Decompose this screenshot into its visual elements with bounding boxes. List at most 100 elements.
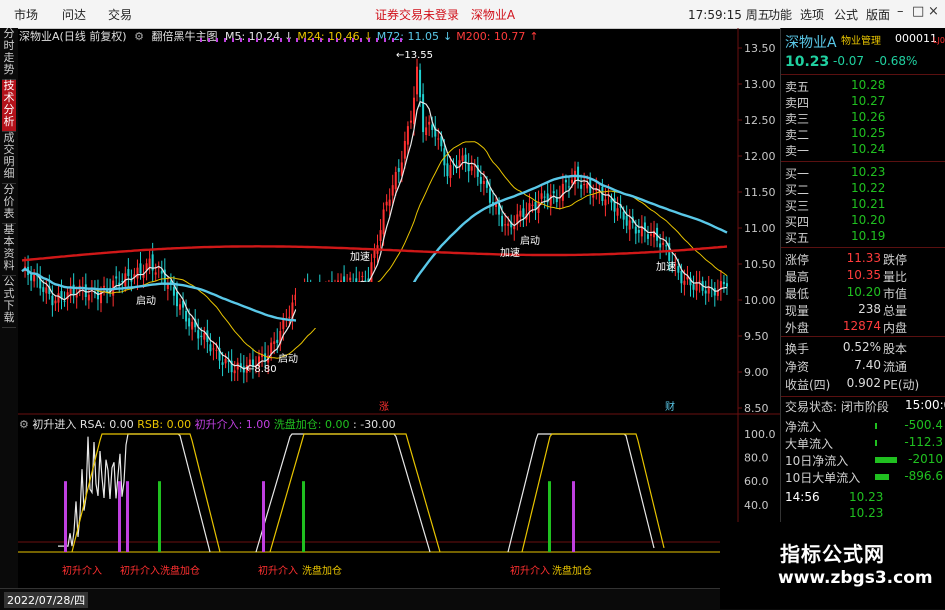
menu-trade[interactable]: 交易: [108, 6, 132, 23]
kline-chart[interactable]: 13.50 13.00 12.50 12.00 11.50 11.00 10.50 10.00…: [0, 28, 780, 588]
sub-signal-label-2: 初升介入: [258, 564, 298, 577]
candle-body: [504, 224, 507, 226]
signal-marker: [208, 38, 210, 42]
candle-body: [385, 201, 388, 206]
flow-value: -500.4: [904, 418, 943, 432]
watermark-title: 指标公式网: [780, 542, 885, 566]
price-tick-6: 10.50: [744, 258, 776, 271]
price-tick-0: 13.50: [744, 42, 776, 55]
ask-row-1: 卖一 10.24: [783, 142, 943, 158]
signal-marker: [264, 38, 266, 42]
price-tick-3: 12.00: [744, 150, 776, 163]
stat-label-2: 市值: [883, 287, 908, 301]
price-tick-1: 13.00: [744, 78, 776, 91]
candle-body: [604, 199, 607, 206]
menu-function[interactable]: 功能: [768, 6, 792, 23]
cai-marker: 财: [665, 400, 675, 413]
signal-marker: [368, 38, 370, 42]
candle-body: [567, 186, 570, 188]
price-tick-2: 12.50: [744, 114, 776, 127]
tick-row: 14:56 10.23: [783, 490, 943, 506]
menu-formula[interactable]: 公式: [834, 6, 858, 23]
sub-tick-1: 80.0: [744, 452, 769, 465]
fin-row: 净资 7.40 流通: [783, 358, 943, 374]
candle-body: [87, 294, 90, 301]
extra-value: : -30.00: [353, 418, 396, 431]
candle-body: [552, 191, 555, 194]
price-tick-8: 9.50: [744, 330, 769, 343]
stat-label: 最高: [785, 270, 810, 284]
ma5-line: [21, 100, 728, 370]
signal-marker: [304, 38, 306, 42]
redaction-block: [296, 282, 652, 328]
flow-row: 10日大单流入 -896.6: [783, 469, 943, 485]
sub-signal-label-3: 洗盘加仓: [302, 564, 342, 577]
fin-row: 收益(四) 0.902 PE(动): [783, 376, 943, 392]
candle-body: [461, 155, 464, 162]
jiasu-label-0: 加速: [350, 251, 370, 263]
price-tick-7: 10.00: [744, 294, 776, 307]
fin-label: 换手: [785, 342, 810, 356]
minimize-button[interactable]: –: [897, 4, 904, 19]
candle-body: [713, 288, 716, 296]
rsa-line-2: [507, 433, 655, 553]
fin-label: 收益(四): [785, 378, 831, 392]
candle-body: [412, 97, 415, 125]
flow-bar: [875, 457, 897, 463]
candle-body: [649, 234, 652, 236]
close-button[interactable]: ×: [928, 4, 939, 19]
maximize-button[interactable]: □: [912, 4, 924, 19]
concept-tag[interactable]: 物业管理: [841, 32, 881, 47]
ask-price: 10.25: [851, 126, 886, 140]
stock-name: 深物业A: [785, 35, 837, 51]
stat-label: 现量: [785, 304, 810, 318]
candle-body: [172, 287, 175, 296]
signal-bar-6: [548, 481, 551, 552]
bid-row-4: 买四 10.20: [783, 213, 943, 229]
flow-bar: [875, 474, 889, 480]
cursor-date: 2022/07/28/四: [4, 592, 89, 608]
sub-indicator-name[interactable]: 初升进入: [32, 418, 76, 431]
tick-time: 14:56: [785, 490, 820, 504]
candle-body: [549, 194, 552, 206]
candle-body: [482, 181, 485, 185]
signal-marker: [400, 38, 402, 42]
candle-body: [115, 276, 118, 279]
candle-body: [209, 344, 212, 352]
candle-body: [63, 300, 66, 302]
fin-value: 0.902: [846, 376, 881, 390]
candle-body: [586, 183, 589, 189]
menu-layout[interactable]: 版面: [866, 6, 890, 23]
candle-body: [725, 283, 728, 287]
price-axis: 13.50 13.00 12.50 12.00 11.50 11.00 10.50 10.00…: [738, 42, 776, 415]
flow-row: 大单流入 -112.3: [783, 435, 943, 451]
jiasu-label-2: 加速: [656, 261, 676, 273]
candle-body: [577, 166, 580, 181]
menu-market[interactable]: 市场: [14, 6, 38, 23]
candle-body: [543, 196, 546, 198]
watermark-url: www.zbgs3.com: [778, 568, 933, 588]
candle-body: [683, 280, 686, 285]
candle-body: [665, 245, 668, 247]
menu-wenda[interactable]: 问达: [62, 6, 86, 23]
stat-label: 最低: [785, 287, 810, 301]
trade-login-status[interactable]: 证券交易未登录: [375, 8, 459, 22]
signal-marker: [392, 38, 394, 42]
signal-marker: [384, 38, 386, 42]
candle-body: [84, 284, 87, 297]
signal-bar-4: [262, 481, 265, 552]
menu-options[interactable]: 选项: [800, 6, 824, 23]
top-menu-bar: 市场 问达 交易 证券交易未登录 深物业A 17:59:15 周五 功能 选项 …: [0, 0, 945, 29]
flow-label: 10日大单流入: [785, 471, 861, 485]
candle-body: [130, 280, 133, 282]
candle-body: [273, 341, 276, 344]
sub-settings-icon[interactable]: ⚙: [19, 418, 29, 431]
candle-body: [422, 94, 425, 133]
candle-body: [51, 295, 54, 306]
signal-marker: [288, 38, 290, 42]
candle-body: [616, 208, 619, 216]
tick-price: 10.23: [849, 506, 884, 520]
candle-body: [221, 362, 224, 365]
candle-body: [431, 124, 434, 130]
candle-body: [154, 272, 157, 275]
